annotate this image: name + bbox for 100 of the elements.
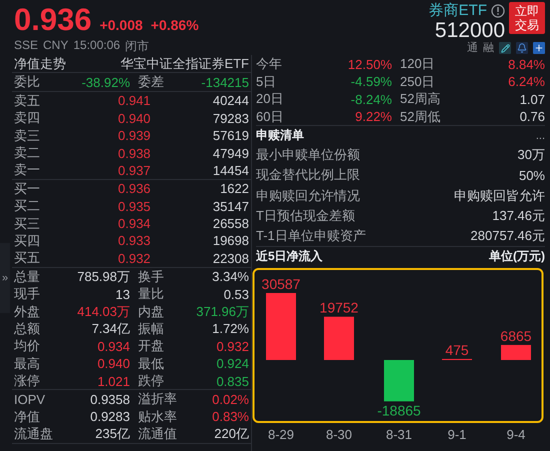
order-volume: 40244 (212, 93, 249, 108)
stat-label: 总额 (14, 320, 41, 338)
date-label: 8-31 (386, 427, 412, 442)
order-price: 0.939 (118, 128, 152, 144)
pencil-icon[interactable] (499, 42, 511, 54)
stat-value: 0.02% (211, 392, 249, 407)
currency: CNY (43, 38, 68, 54)
stat-value: 0.9358 (89, 392, 130, 407)
stat-value: 7.34亿 (90, 320, 130, 338)
bar-value: 30587 (262, 276, 300, 292)
subscription-label: T日预估现金差额 (256, 206, 355, 225)
stat-label: 均价 (14, 337, 41, 356)
section-title: 近5日净流入 (256, 248, 323, 265)
bar-value: -18865 (377, 402, 421, 418)
stat-label: 现手 (14, 285, 41, 304)
stat-value: 6.24% (507, 74, 545, 90)
order-level: 买三 (14, 214, 41, 233)
bar (324, 316, 354, 360)
stat-value: 0.53 (222, 286, 249, 302)
order-level: 卖一 (14, 161, 41, 180)
order-price: 0.932 (118, 250, 152, 266)
order-volume: 35147 (212, 198, 249, 214)
info-icon[interactable] (491, 4, 505, 18)
stat-label: 流通盘 (14, 425, 54, 444)
order-price: 0.934 (118, 216, 152, 232)
stat-label: 最高 (14, 354, 41, 373)
margin-tag: 融 (483, 42, 494, 54)
stat-label: 20日 (256, 90, 284, 108)
trade-button[interactable]: 立即 交易 (509, 2, 545, 34)
stat-value: -38.92% (80, 74, 130, 90)
stat-value: 0.932 (215, 338, 249, 354)
stat-label: 净值 (14, 408, 41, 426)
order-volume: 47949 (212, 146, 249, 161)
stat-value: -8.24% (350, 92, 392, 107)
stat-value: 0.934 (96, 338, 130, 354)
plus-icon[interactable] (533, 42, 545, 54)
stat-label: 52周低 (400, 108, 442, 126)
market-status: 闭市 (125, 38, 150, 56)
stat-value: 8.84% (507, 56, 545, 72)
order-price: 0.941 (118, 93, 152, 108)
stat-label: 流通值 (138, 425, 178, 444)
date-label: 9-1 (448, 427, 466, 442)
order-volume: 1622 (219, 181, 249, 196)
security-code: 512000 (434, 20, 505, 42)
subscription-label: 申购赎回允许情况 (256, 186, 360, 205)
order-price: 0.933 (118, 233, 152, 248)
stat-value: 1.021 (96, 374, 130, 389)
expand-toggle[interactable]: » (0, 243, 10, 314)
section-title: 申赎清单 (256, 127, 304, 144)
order-level: 买一 (14, 180, 41, 198)
order-level: 买四 (14, 232, 41, 250)
stat-label: 最低 (138, 354, 165, 373)
stat-value: 785.98万 (76, 268, 130, 286)
fund-name: 华宝中证全指证券ETF (120, 54, 249, 73)
stat-label: 振幅 (138, 320, 165, 338)
stat-value: 1.72% (211, 321, 249, 336)
bar (266, 293, 296, 360)
stat-label: 内盘 (138, 302, 165, 321)
stat-label: 今年 (256, 55, 283, 74)
order-volume: 79283 (212, 110, 249, 126)
stat-value: 0.76 (518, 109, 545, 124)
bar-value: 6865 (500, 328, 532, 344)
stat-label: 委比 (14, 73, 41, 92)
order-level: 买五 (14, 249, 41, 268)
stat-value: 3.34% (211, 269, 249, 284)
stat-label: 52周高 (400, 90, 442, 108)
stat-label: 总量 (14, 268, 41, 286)
stat-value: 0.835 (215, 374, 249, 389)
stat-value: 12.50% (346, 56, 392, 72)
date-label: 9-4 (506, 427, 526, 442)
stat-label: 外盘 (14, 302, 41, 321)
bell-icon[interactable] (516, 42, 528, 54)
stat-label: 量比 (138, 285, 165, 304)
order-level: 卖三 (14, 126, 41, 145)
subscription-label: T-1日单位申赎资产 (256, 226, 366, 245)
stat-value: 235亿 (94, 425, 130, 444)
stat-label: 跌停 (138, 372, 165, 390)
more-button[interactable]: ... (536, 130, 545, 142)
stat-label: 换手 (138, 268, 165, 286)
stat-label: 贴水率 (138, 408, 178, 426)
unit-label: 单位(万元) (489, 248, 545, 265)
date-label: 8-29 (268, 427, 294, 442)
margin-tag: 通 (467, 42, 478, 54)
stat-value: 0.924 (215, 356, 249, 372)
stat-value: 1.07 (518, 92, 545, 107)
subscription-value: 137.46元 (492, 206, 545, 225)
order-price: 0.940 (118, 110, 152, 126)
stat-label: 溢折率 (138, 390, 178, 408)
stat-value: 0.9283 (89, 409, 130, 424)
percent-change: +0.86% (150, 17, 199, 33)
order-price: 0.937 (118, 162, 152, 178)
price-change: +0.008 (100, 17, 143, 33)
order-level: 卖四 (14, 109, 41, 128)
order-price: 0.938 (118, 146, 152, 161)
subscription-value: 50% (518, 168, 545, 183)
order-volume: 14454 (212, 162, 249, 178)
stat-label: 涨停 (14, 372, 41, 390)
bar-value: 19752 (320, 300, 358, 316)
stat-value: 371.96万 (195, 302, 249, 321)
stat-value: 13 (114, 286, 130, 302)
